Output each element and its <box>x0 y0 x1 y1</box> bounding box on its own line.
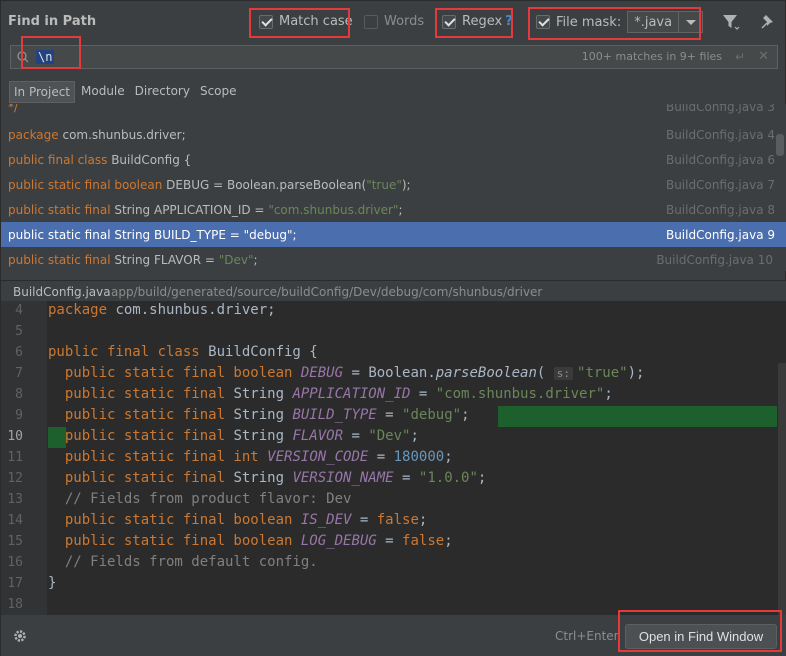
result-file: BuildConfig.java 4 <box>665 128 775 142</box>
result-row[interactable]: public static final String FLAVOR = "Dev… <box>1 247 786 271</box>
highlight-box-regex <box>435 8 513 38</box>
code-line: 5 <box>15 324 23 339</box>
result-code: */ <box>8 104 19 114</box>
result-file: BuildConfig.java 3 <box>665 104 775 114</box>
result-row-selected[interactable]: public static final String BUILD_TYPE = … <box>1 222 786 247</box>
code-line: 8 public static final String APPLICATION… <box>15 386 613 402</box>
new-line-icon[interactable]: ↵ <box>735 50 745 64</box>
preview-path-bar: BuildConfig.java app/build/generated/sou… <box>1 280 786 302</box>
result-code: public static final boolean DEBUG = Bool… <box>8 178 411 192</box>
results-scrollbar[interactable] <box>776 134 784 156</box>
close-icon[interactable]: ✕ <box>758 49 769 64</box>
code-preview[interactable]: 4 package com.shunbus.driver; 5 6 public… <box>1 301 786 615</box>
highlight-box-search <box>21 36 81 69</box>
words-checkbox[interactable] <box>364 14 378 29</box>
shortcut-hint: Ctrl+Enter <box>555 629 619 643</box>
code-line: 12 public static final String VERSION_NA… <box>7 470 487 486</box>
editor-scrollbar[interactable] <box>778 363 786 615</box>
words-label: Words <box>384 14 425 29</box>
result-code: public static final String FLAVOR = "Dev… <box>8 253 258 267</box>
dialog-header: Find in Path Match case Words Regex ? Fi… <box>1 1 786 43</box>
result-row[interactable]: public static final String APPLICATION_I… <box>1 197 786 222</box>
dialog-title: Find in Path <box>8 14 97 29</box>
result-row[interactable]: public final class BuildConfig { BuildCo… <box>1 147 786 172</box>
highlight-box-file-mask <box>528 7 701 40</box>
tab-in-project[interactable]: In Project <box>9 81 76 103</box>
highlight-box-match-case <box>249 8 350 38</box>
dialog-footer: Ctrl+Enter Open in Find Window <box>1 610 786 656</box>
words-option[interactable]: Words <box>364 14 424 29</box>
find-in-path-dialog: Find in Path Match case Words Regex ? Fi… <box>0 0 786 656</box>
code-line: 10 public static final String FLAVOR = "… <box>7 428 419 444</box>
result-code: public static final String BUILD_TYPE = … <box>8 228 297 242</box>
result-code: public final class BuildConfig { <box>8 153 192 167</box>
search-input[interactable]: \n 100+ matches in 9+ files ↵ ✕ <box>10 45 778 69</box>
code-line: 16 // Fields from default config. <box>7 554 318 570</box>
result-row[interactable]: package com.shunbus.driver; BuildConfig.… <box>1 122 786 147</box>
code-line: 13 // Fields from product flavor: Dev <box>7 491 352 507</box>
code-line: 17 } <box>7 575 57 591</box>
filter-icon[interactable] <box>721 12 741 32</box>
code-line: 11 public static final int VERSION_CODE … <box>7 449 453 465</box>
code-line: 7 public static final boolean DEBUG = Bo… <box>15 365 645 381</box>
result-row[interactable]: public static final boolean DEBUG = Bool… <box>1 172 786 197</box>
pin-icon[interactable] <box>758 12 778 32</box>
code-line: 9 public static final String BUILD_TYPE … <box>15 407 470 423</box>
result-file: BuildConfig.java 10 <box>656 253 773 267</box>
preview-file-path: app/build/generated/source/buildConfig/D… <box>111 285 543 299</box>
tab-directory[interactable]: Directory <box>131 81 194 103</box>
gear-icon[interactable] <box>12 628 28 644</box>
preview-file-name: BuildConfig.java <box>13 285 111 299</box>
result-file: BuildConfig.java 7 <box>665 178 775 192</box>
code-line: 4 package com.shunbus.driver; <box>15 302 276 318</box>
results-list: */ BuildConfig.java 3 package com.shunbu… <box>1 104 786 271</box>
highlight-box-open-button <box>618 610 782 652</box>
code-line: 15 public static final boolean LOG_DEBUG… <box>7 533 453 549</box>
result-code: public static final String APPLICATION_I… <box>8 203 403 217</box>
match-count: 100+ matches in 9+ files <box>581 50 722 63</box>
result-file: BuildConfig.java 9 <box>665 228 775 242</box>
result-row[interactable]: */ BuildConfig.java 3 <box>1 104 786 119</box>
tab-module[interactable]: Module <box>77 81 129 103</box>
scope-tabs: In Project Module Directory Scope <box>9 81 241 103</box>
result-file: BuildConfig.java 8 <box>665 203 775 217</box>
code-line: 6 public final class BuildConfig { <box>15 344 318 360</box>
result-file: BuildConfig.java 6 <box>665 153 775 167</box>
tab-scope[interactable]: Scope <box>196 81 241 103</box>
result-code: package com.shunbus.driver; <box>8 128 186 142</box>
code-line: 14 public static final boolean IS_DEV = … <box>7 512 428 528</box>
